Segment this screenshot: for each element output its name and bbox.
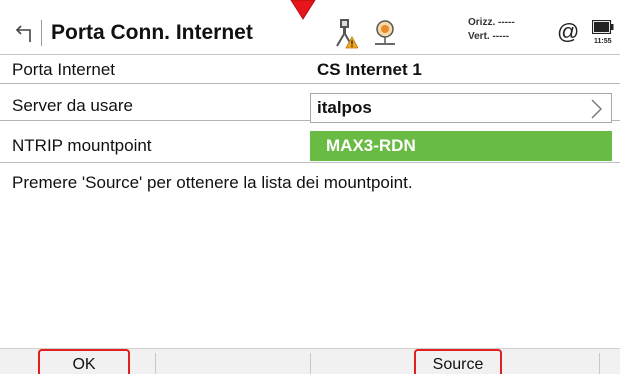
server-selector[interactable]: italpos: [310, 93, 612, 123]
server-label: Server da usare: [12, 96, 133, 115]
internet-port-row: Porta Internet CS Internet 1: [0, 54, 620, 84]
softkey-divider: [599, 353, 600, 374]
back-arrow-icon[interactable]: [14, 20, 36, 46]
internet-port-value: CS Internet 1: [317, 60, 422, 79]
clock: 11:55: [594, 38, 612, 45]
quality-indicator: Orizz. ----- Vert. -----: [468, 16, 515, 44]
quality-vertical: Vert. -----: [468, 31, 510, 42]
source-button[interactable]: Source: [414, 349, 502, 374]
divider: [0, 162, 620, 163]
quality-horizontal: Orizz. -----: [468, 17, 515, 28]
mountpoint-value: MAX3-RDN: [326, 136, 416, 155]
softkey-divider: [310, 353, 311, 374]
internet-status-icon[interactable]: @: [557, 17, 579, 47]
battery-icon[interactable]: [592, 20, 614, 34]
softkey-divider: [155, 353, 156, 374]
satellite-icon[interactable]: [372, 18, 398, 48]
page-title: Porta Conn. Internet: [51, 21, 253, 44]
mountpoint-label: NTRIP mountpoint: [12, 136, 152, 155]
softkey-bar: OK Source: [0, 348, 620, 374]
info-message: Premere 'Source' per ottenere la lista d…: [12, 173, 413, 192]
internet-port-label: Porta Internet: [12, 60, 116, 79]
mountpoint-field[interactable]: MAX3-RDN: [310, 131, 612, 161]
server-value: italpos: [317, 98, 372, 117]
chevron-right-icon: [591, 99, 602, 119]
title-bar: Porta Conn. Internet Orizz. ----- Vert. …: [0, 14, 620, 52]
title-separator: [41, 20, 42, 46]
ok-button[interactable]: OK: [38, 349, 130, 374]
instrument-warning-icon[interactable]: [332, 17, 358, 49]
